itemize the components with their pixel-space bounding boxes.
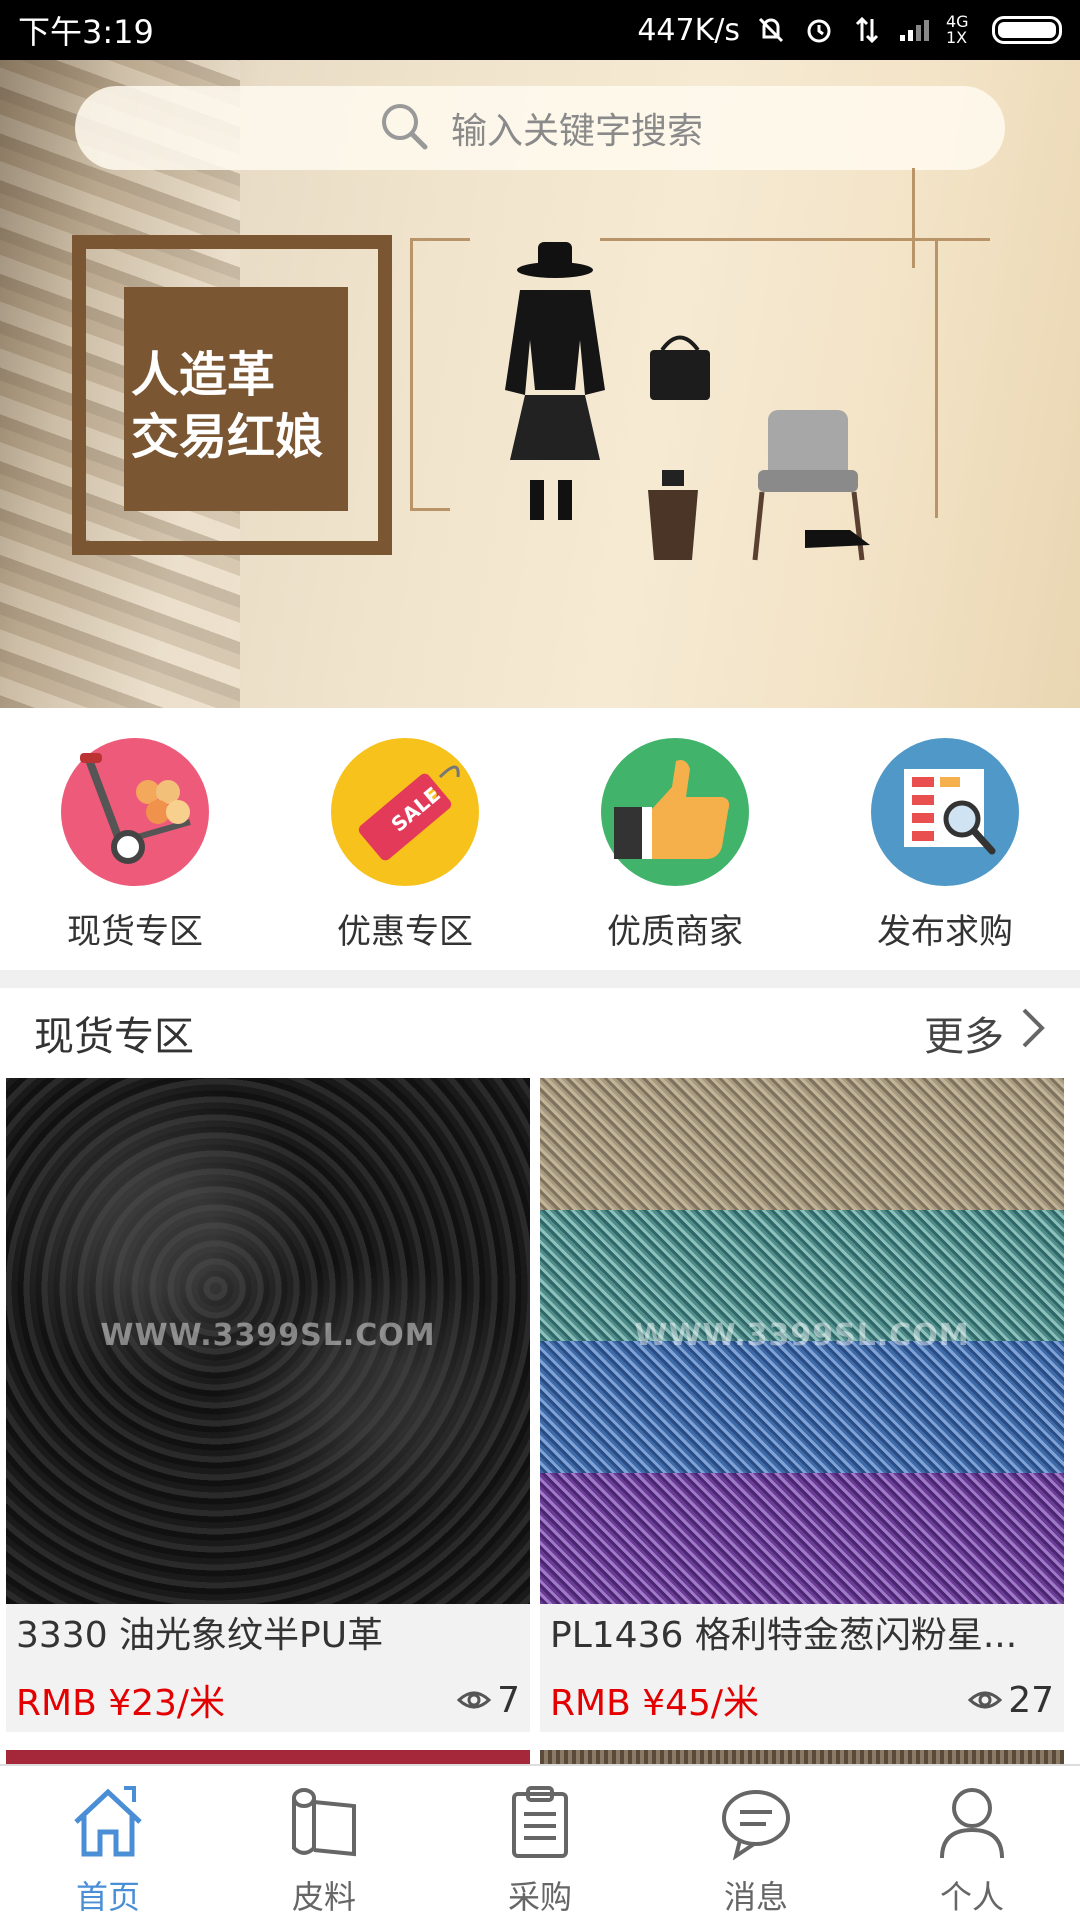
tab-label: 首页 (75, 1878, 140, 1916)
status-right: 447K/s 4G 1X (637, 13, 1062, 48)
clipboard-icon (500, 1782, 580, 1866)
network-type: 4G 1X (946, 12, 969, 47)
view-count-value: 27 (1008, 1679, 1054, 1721)
view-count: 7 (456, 1679, 520, 1721)
banner-logo: 人造革 交易红娘 (72, 235, 392, 555)
category-label: 现货专区 (67, 912, 203, 952)
tab-purchase[interactable]: 采购 (432, 1766, 648, 1920)
search-list-icon (871, 738, 1019, 886)
tab-label: 采购 (507, 1878, 572, 1916)
next-product-peek (540, 1750, 1064, 1764)
cart-spools-icon (61, 738, 209, 886)
search-icon (377, 99, 431, 157)
frame-line (410, 238, 470, 241)
category-label: 优惠专区 (337, 912, 473, 952)
more-link[interactable]: 更多 (924, 1004, 1046, 1062)
tab-material[interactable]: 皮料 (216, 1766, 432, 1920)
product-name: PL1436 格利特金葱闪粉星... (550, 1615, 1018, 1656)
message-icon (716, 1782, 796, 1866)
data-arrows-icon (850, 13, 884, 47)
product-meta: RMB ¥23/米 7 (6, 1668, 530, 1732)
eye-icon (456, 1680, 492, 1721)
view-count-value: 7 (497, 1679, 520, 1721)
product-grid: WWW.3399SL.COM 3330 油光象纹半PU革 RMB ¥23/米 7… (6, 1078, 1074, 1732)
category-row: 现货专区 SALE 优惠专区 优质商家 发布求购 (0, 708, 1080, 970)
more-label: 更多 (924, 1014, 1004, 1060)
product-card[interactable]: WWW.3399SL.COM 3330 油光象纹半PU革 RMB ¥23/米 7 (6, 1078, 530, 1732)
tab-label: 个人 (939, 1878, 1004, 1916)
bottom-tab-bar: 首页 皮料 采购 消息 个人 (0, 1764, 1080, 1920)
product-image[interactable]: WWW.3399SL.COM (6, 1078, 530, 1604)
tab-label: 皮料 (291, 1878, 356, 1916)
status-bar: 下午3:19 447K/s 4G 1X (0, 0, 1080, 60)
category-post-request[interactable]: 发布求购 (810, 708, 1080, 970)
tab-label: 消息 (723, 1878, 788, 1916)
home-icon (68, 1782, 148, 1866)
mute-icon (754, 13, 788, 47)
battery-icon (992, 16, 1062, 44)
product-name: 3330 油光象纹半PU革 (16, 1615, 384, 1656)
banner[interactable]: 输入关键字搜索 人造革 交易红娘 (0, 60, 1080, 708)
thumbs-up-icon (601, 738, 749, 886)
glitter-band (540, 1341, 1064, 1473)
category-spot-goods[interactable]: 现货专区 (0, 708, 270, 970)
frame-line (410, 508, 450, 511)
next-product-peek (6, 1750, 530, 1764)
alarm-icon (802, 13, 836, 47)
product-price: RMB ¥23/米 (16, 1683, 226, 1724)
frame-line (935, 238, 938, 518)
section-header: 现货专区 更多 (0, 988, 1080, 1078)
logo-text: 人造革 交易红娘 (131, 344, 323, 468)
glitter-band (540, 1472, 1064, 1604)
product-card[interactable]: WWW.3399SL.COM PL1436 格利特金葱闪粉星... RMB ¥4… (540, 1078, 1064, 1732)
logo-line-1: 人造革 (131, 347, 276, 403)
category-discount[interactable]: SALE 优惠专区 (270, 708, 540, 970)
banner-products-illustration (505, 242, 870, 561)
network-speed: 447K/s (637, 12, 740, 48)
tab-profile[interactable]: 个人 (864, 1766, 1080, 1920)
section-title: 现货专区 (34, 1014, 194, 1060)
view-count: 27 (967, 1679, 1054, 1721)
logo-line-2: 交易红娘 (131, 409, 324, 465)
frame-line (410, 238, 413, 508)
chevron-right-icon (1018, 1006, 1046, 1060)
image-watermark: WWW.3399SL.COM (100, 1318, 436, 1353)
tab-messages[interactable]: 消息 (648, 1766, 864, 1920)
product-meta: RMB ¥45/米 27 (540, 1668, 1064, 1732)
section-divider (0, 970, 1080, 988)
signal-icon (898, 13, 932, 47)
category-label: 优质商家 (607, 912, 743, 952)
glitter-band (540, 1078, 1064, 1210)
product-image[interactable]: WWW.3399SL.COM (540, 1078, 1064, 1604)
material-roll-icon (284, 1782, 364, 1866)
search-placeholder: 输入关键字搜索 (450, 111, 703, 152)
eye-icon (967, 1680, 1003, 1721)
status-time: 下午3:19 (18, 13, 154, 51)
category-label: 发布求购 (877, 912, 1013, 952)
image-watermark: WWW.3399SL.COM (634, 1318, 970, 1353)
tab-home[interactable]: 首页 (0, 1766, 216, 1920)
product-price: RMB ¥45/米 (550, 1683, 760, 1724)
search-bar[interactable]: 输入关键字搜索 (75, 86, 1005, 170)
category-quality-merchants[interactable]: 优质商家 (540, 708, 810, 970)
person-icon (932, 1782, 1012, 1866)
sale-tag-icon: SALE (331, 738, 479, 886)
